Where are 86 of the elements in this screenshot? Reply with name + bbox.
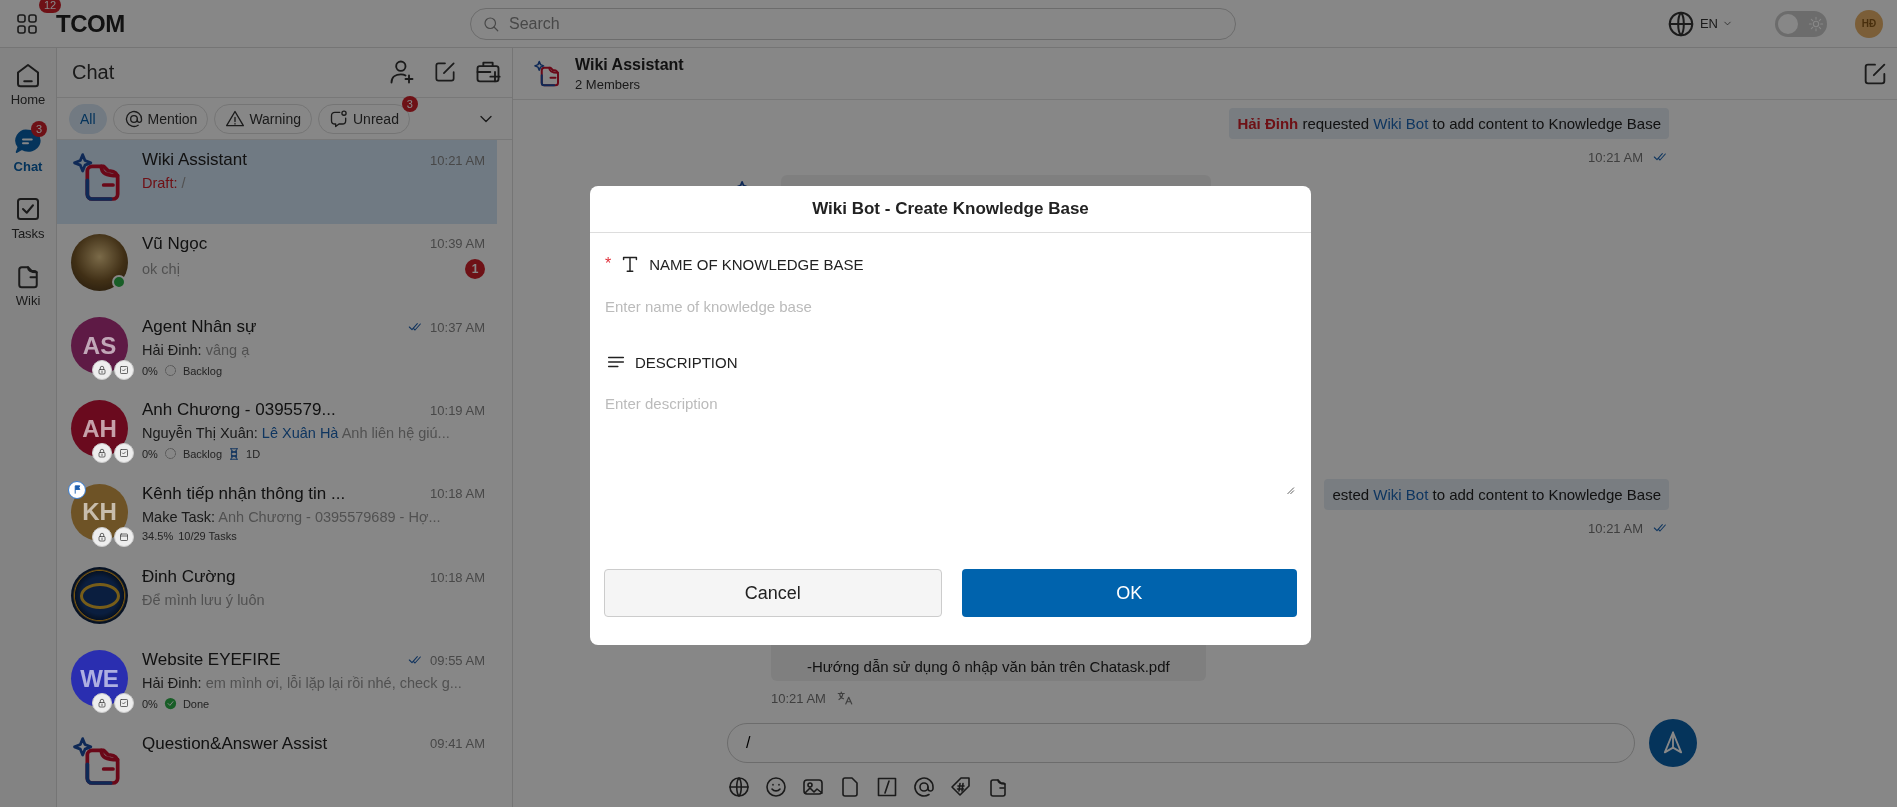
progress-percent: 0%: [142, 364, 158, 377]
hashtag-tag-icon: [949, 775, 973, 799]
message-time: 10:21 AM: [1588, 149, 1643, 165]
emoji-button[interactable]: [764, 775, 788, 799]
chat-name: Kênh tiếp nhận thông tin ...: [142, 483, 347, 504]
checkbox-icon: [118, 697, 130, 710]
chat-name: Anh Chương - 0395579...: [142, 400, 337, 421]
calendar-icon: [118, 530, 130, 543]
chat-time: 10:37 AM: [430, 319, 485, 335]
message-dot-icon: [329, 108, 349, 129]
chat-name: Đinh Cường: [142, 567, 237, 587]
smiley-icon: [764, 775, 788, 799]
lock-icon: [96, 447, 108, 460]
task-status: Backlog: [182, 447, 223, 460]
field-label: NAME OF KNOWLEDGE BASE: [649, 255, 864, 273]
chat-name: Wiki Assistant: [142, 150, 248, 171]
task-count: 10/29 Tasks: [178, 529, 237, 542]
chat-name: Website EYEFIRE: [142, 650, 282, 671]
filter-chip[interactable]: Warning: [214, 103, 312, 134]
chat-time: 09:41 AM: [430, 736, 485, 752]
warning-icon: [225, 108, 246, 129]
progress-percent: 34.5%: [142, 529, 174, 542]
tag-button[interactable]: [949, 775, 973, 799]
filter-chip[interactable]: Mention: [112, 103, 209, 134]
progress-percent: 0%: [142, 697, 158, 710]
chat-name: Vũ Ngọc: [142, 233, 209, 254]
system-message: Hải Đinh requested Wiki Bot to add content to Knowledge Base: [1229, 108, 1669, 139]
command-button[interactable]: [875, 775, 899, 799]
chat-time: 10:18 AM: [430, 569, 485, 585]
checkbox-icon: [118, 447, 130, 460]
apps-grid-icon: [15, 11, 39, 36]
chat-list-item[interactable]: Wiki Assistant 10:21 AM Draft: /: [57, 140, 497, 224]
checkbox-icon: [118, 364, 130, 377]
nav-item[interactable]: Tasks: [3, 194, 53, 241]
dialog-title: Wiki Bot - Create Knowledge Base: [590, 186, 1311, 233]
nav-item[interactable]: Wiki: [3, 261, 53, 308]
nav-item[interactable]: Home: [3, 60, 53, 107]
notification-badge: 3: [30, 121, 47, 137]
search-icon: [482, 14, 500, 33]
globe-icon: [727, 775, 751, 799]
count-badge: 3: [401, 95, 418, 112]
bot-link[interactable]: Wiki Bot: [1373, 115, 1429, 132]
message-input[interactable]: /: [727, 723, 1635, 763]
mention-button[interactable]: [912, 775, 936, 799]
progress-percent: 0%: [142, 447, 158, 460]
required-mark: *: [605, 255, 612, 273]
filter-chip[interactable]: All: [69, 103, 107, 134]
send-button[interactable]: [1649, 719, 1697, 767]
task-status: Backlog: [182, 364, 223, 377]
name-input[interactable]: Enter name of knowledge base: [605, 291, 1296, 321]
slash-icon: [875, 775, 899, 799]
message-time: 10:21 AM: [771, 690, 826, 706]
panel-title: Chat: [72, 60, 116, 84]
message-preview: Draft: /: [142, 175, 187, 192]
member-count: 2 Members: [575, 76, 642, 92]
notification-badge: 12: [39, 0, 62, 13]
language-tool-button[interactable]: [727, 775, 751, 799]
chat-time: 10:18 AM: [430, 486, 485, 502]
lock-icon: [96, 530, 108, 543]
cancel-button[interactable]: Cancel: [604, 569, 942, 617]
bot-link[interactable]: Wiki Bot: [1373, 486, 1429, 503]
at-sign-icon: [912, 775, 936, 799]
avatar-photo-placeholder: [71, 233, 128, 291]
chat-time: 09:55 AM: [430, 652, 485, 668]
language-selector[interactable]: EN: [1665, 8, 1733, 39]
lock-icon: [96, 697, 108, 710]
theme-toggle[interactable]: [1775, 10, 1827, 37]
message-time: 10:21 AM: [1588, 520, 1643, 536]
unread-badge: 1: [465, 258, 485, 279]
conversation-title: Wiki Assistant: [575, 55, 685, 74]
eye-logo-avatar: [71, 567, 128, 624]
description-textarea[interactable]: Enter description: [605, 395, 1296, 500]
field-label: DESCRIPTION: [635, 353, 738, 371]
chat-name: Question&Answer Assist: [142, 733, 329, 754]
due-label: 1D: [246, 447, 261, 460]
chat-time: 10:39 AM: [430, 236, 485, 252]
chat-time: 10:21 AM: [430, 152, 485, 168]
chat-name: Agent Nhân sự: [142, 317, 258, 338]
sun-icon: [1808, 15, 1824, 32]
confirm-button[interactable]: OK: [961, 569, 1297, 617]
task-status: Done: [182, 697, 210, 710]
lock-icon: [96, 364, 108, 377]
system-message: ested Wiki Bot to add content to Knowledge Base: [1324, 479, 1669, 510]
chat-time: 10:19 AM: [430, 402, 485, 418]
at-sign-icon: [123, 108, 144, 129]
search-field[interactable]: Search: [470, 7, 1236, 40]
